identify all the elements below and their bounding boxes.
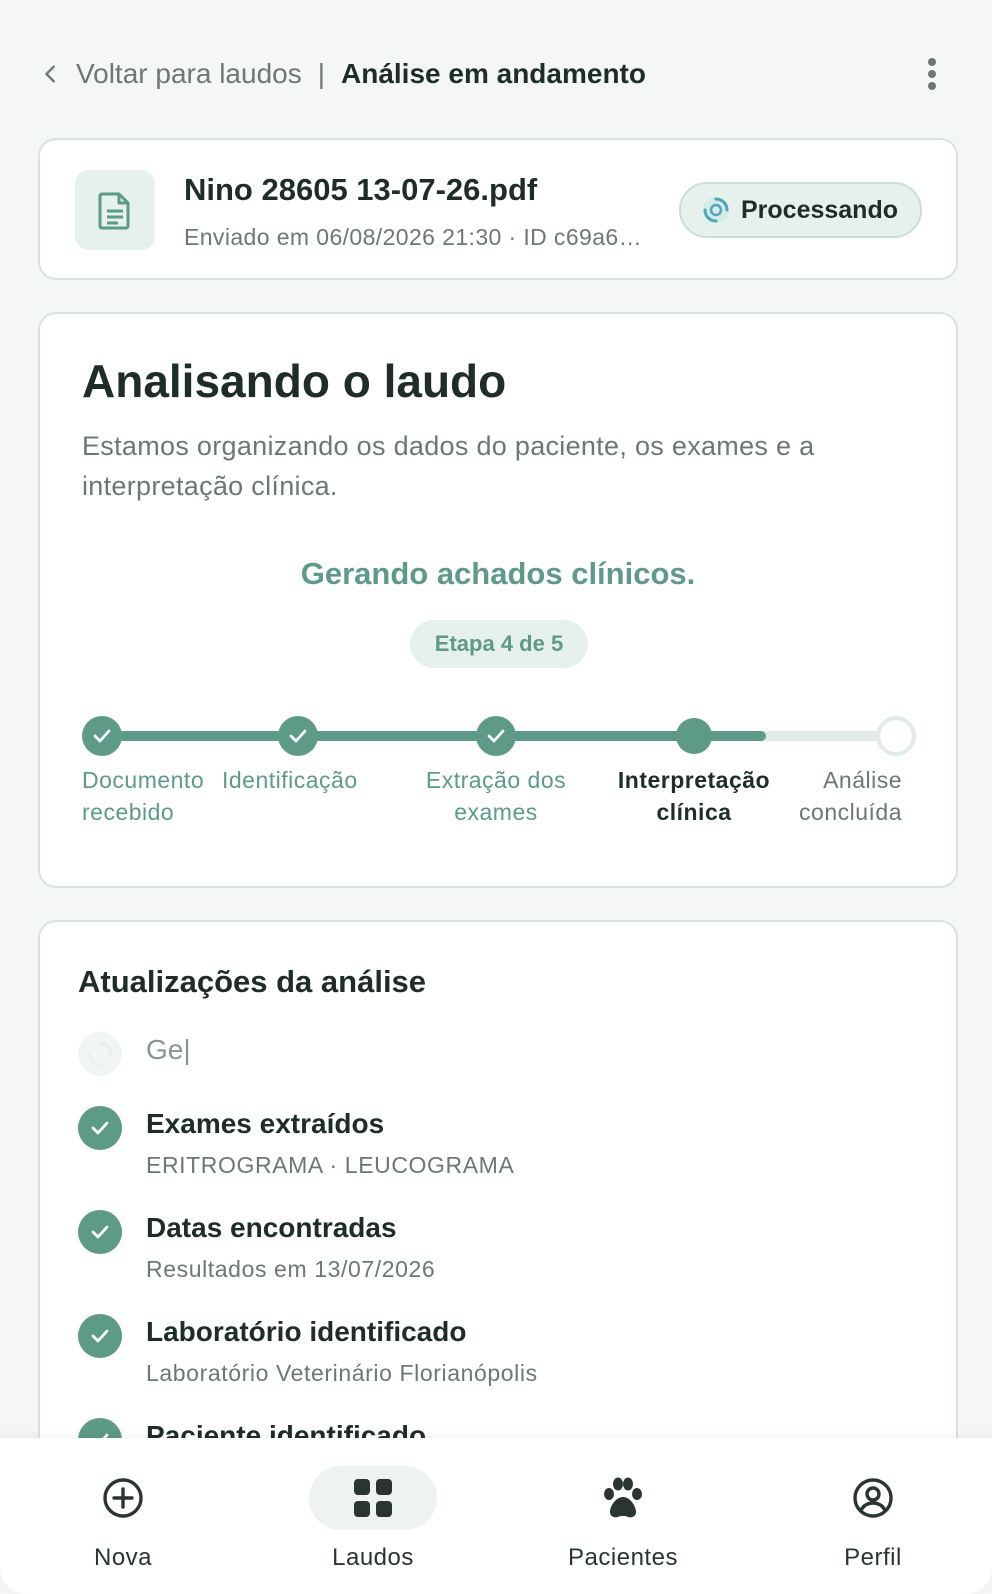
plus-circle-icon bbox=[59, 1466, 187, 1530]
update-detail: ERITROGRAMA · LEUCOGRAMA bbox=[146, 1152, 515, 1178]
breadcrumb-separator: | bbox=[317, 58, 325, 89]
step-label-4: Interpretação clínica bbox=[617, 767, 771, 825]
app: Voltar para laudos | Análise em andament… bbox=[0, 0, 992, 1594]
update-item: Laboratório identificado Laboratório Vet… bbox=[78, 1314, 918, 1418]
step-label-2: Identificação bbox=[222, 767, 358, 793]
paw-icon bbox=[559, 1466, 687, 1530]
nav-item-perfil[interactable]: Perfil bbox=[793, 1466, 953, 1572]
check-icon bbox=[289, 729, 307, 743]
back-link[interactable]: Voltar para laudos bbox=[40, 58, 302, 90]
check-icon bbox=[78, 1106, 122, 1150]
nav-item-laudos[interactable]: Laudos bbox=[293, 1466, 453, 1572]
progress-stepper: Documento recebido Identificação Extraçã… bbox=[40, 314, 956, 886]
update-title: Datas encontradas bbox=[146, 1212, 397, 1243]
update-item: Datas encontradas Resultados em 13/07/20… bbox=[78, 1210, 918, 1314]
processing-spinner-icon bbox=[702, 197, 729, 223]
chevron-left-icon bbox=[45, 65, 55, 83]
file-card: Nino 28605 13-07-26.pdf Enviado em 06/08… bbox=[38, 138, 958, 280]
update-title: Laboratório identificado bbox=[146, 1316, 467, 1347]
top-bar: Voltar para laudos | Análise em andament… bbox=[40, 52, 952, 96]
page-title: Análise em andamento bbox=[341, 58, 646, 89]
loading-icon bbox=[78, 1032, 122, 1076]
step-dot-2 bbox=[278, 716, 318, 756]
step-label-3: Extração dos exames bbox=[425, 767, 567, 825]
update-detail: Laboratório Veterinário Florianópolis bbox=[146, 1360, 538, 1386]
update-detail: Resultados em 13/07/2026 bbox=[146, 1256, 436, 1282]
check-icon bbox=[93, 729, 111, 743]
check-icon bbox=[78, 1314, 122, 1358]
status-badge: Processando bbox=[678, 182, 922, 238]
status-label: Processando bbox=[740, 195, 898, 224]
nav-label: Pacientes bbox=[568, 1544, 678, 1571]
nav-item-pacientes[interactable]: Pacientes bbox=[543, 1466, 703, 1572]
file-name: Nino 28605 13-07-26.pdf bbox=[184, 172, 538, 207]
step-dot-4 bbox=[676, 718, 712, 754]
back-label: Voltar para laudos bbox=[76, 58, 302, 89]
check-icon bbox=[78, 1210, 122, 1254]
document-icon bbox=[75, 170, 155, 250]
update-title: Exames extraídos bbox=[146, 1108, 385, 1139]
step-dot-3 bbox=[476, 716, 516, 756]
user-circle-icon bbox=[809, 1466, 937, 1530]
updates-title: Atualizações da análise bbox=[78, 964, 427, 999]
nav-label: Nova bbox=[93, 1544, 153, 1571]
step-dot-5 bbox=[876, 716, 916, 756]
step-label-5: Análise concluída bbox=[799, 767, 902, 825]
more-vertical-icon bbox=[928, 58, 936, 90]
nav-label: Perfil bbox=[844, 1544, 902, 1571]
step-dot-1 bbox=[82, 716, 122, 756]
progress-fill bbox=[102, 731, 766, 741]
file-meta: Enviado em 06/08/2026 21:30 · ID c69a6… bbox=[184, 224, 643, 250]
nav-label: Laudos bbox=[332, 1544, 414, 1571]
check-icon bbox=[487, 729, 505, 743]
bottom-nav: Nova Laudos Pacientes Perfil bbox=[0, 1438, 992, 1594]
analysis-card: Analisando o laudo Estamos organizando o… bbox=[38, 312, 958, 888]
grid-icon bbox=[309, 1466, 437, 1530]
more-options-button[interactable] bbox=[912, 54, 952, 94]
typing-text: Ge| bbox=[146, 1034, 191, 1065]
nav-item-nova[interactable]: Nova bbox=[43, 1466, 203, 1572]
update-item-typing: Ge| bbox=[78, 1032, 918, 1106]
update-item: Exames extraídos ERITROGRAMA · LEUCOGRAM… bbox=[78, 1106, 918, 1210]
step-label-1: Documento recebido bbox=[82, 767, 205, 825]
